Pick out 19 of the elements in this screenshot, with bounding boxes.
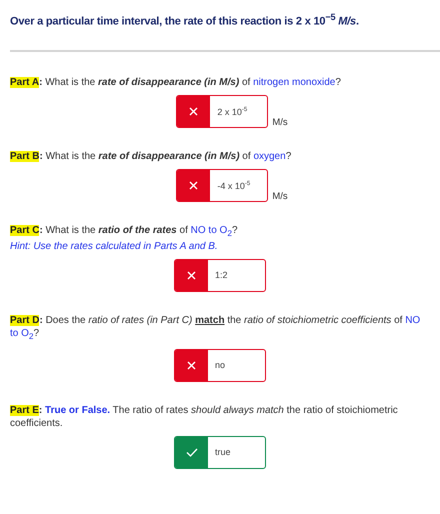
answer-field[interactable]: 2 x 10$^{-5}$ — [176, 94, 268, 128]
answer-field[interactable]: true — [174, 436, 266, 469]
answer-field[interactable]: no — [174, 348, 266, 382]
question-text: Part E: True or False. The ratio of rates should always match the ratio of stoichiometric coefficients. — [10, 404, 399, 430]
unit-label: M/s — [272, 116, 288, 129]
part-label: Part A — [10, 76, 40, 88]
question-text: Part B: What is the rate of disappearance (in M/s) of oxygen? — [10, 150, 292, 163]
unit-label: M/s — [272, 190, 288, 203]
answer-field[interactable]: -4 x 10$^{-5}$ — [176, 168, 268, 202]
question-text: Part A: What is the rate of disappearance (in M/s) of nitrogen monoxide? — [10, 76, 342, 89]
part-label: Part D — [10, 314, 40, 326]
part-label: Part C — [10, 224, 40, 236]
question-title: Over a particular time interval, the rate of this reaction is 2 x 10$^{−5}$ M/s. — [9, 11, 360, 30]
part-label: Part B — [10, 150, 40, 162]
part-label: Part E — [10, 404, 39, 416]
question-text: Part D: Does the ratio of rates (in Part C) match the ratio of stoichiometric coefficients of NO to O$_{2}$? — [10, 314, 422, 343]
answer-field[interactable]: 1:2 — [174, 258, 266, 292]
hint-text: Hint: Use the rates calculated in Parts A and B. — [10, 240, 219, 253]
question-text: Part C: What is the ratio of the rates of NO to O$_{2}$? — [10, 224, 239, 240]
